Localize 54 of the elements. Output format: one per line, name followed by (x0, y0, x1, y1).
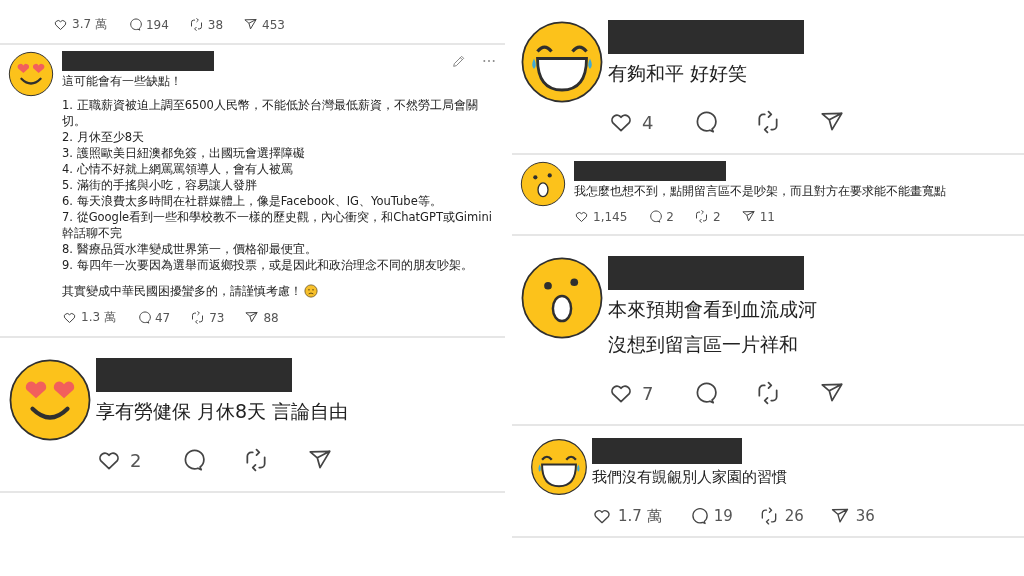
repost-icon[interactable] (190, 310, 206, 325)
avatar-icon (8, 358, 92, 442)
pencil-icon[interactable] (451, 53, 467, 69)
post-text: 有夠和平 好好笑 (608, 61, 749, 86)
comment-icon[interactable] (647, 209, 663, 224)
avatar-icon (8, 51, 54, 97)
avatar-icon (520, 161, 566, 207)
count-text: 1.7 萬 (618, 506, 662, 526)
count-text: 1,145 (593, 209, 628, 224)
list-item-text: 3. 護照歐美日紐澳都免簽，出國玩會選擇障礙 (62, 145, 306, 161)
heart-icon[interactable] (574, 209, 589, 224)
post-text: 本來預期會看到血流成河 (608, 297, 818, 322)
post-text: 這可能會有一些缺點！ (62, 73, 183, 89)
count-text: 73 (209, 310, 225, 325)
post-text: 其實變成中華民國困擾蠻多的，請謹慎考慮！ (62, 283, 302, 299)
count-text: 1.3 萬 (81, 309, 116, 326)
list-item-text: 7. 從Google看到一些和學校教不一樣的歷史觀，內心衝突，和ChatGPT或Gimini幹話聊不完 (62, 209, 493, 241)
repost-icon[interactable] (188, 17, 204, 32)
list-item-text: 1. 正職薪資被迫上調至6500人民幣，不能低於台灣最低薪資，不然勞工局會關切。 (62, 97, 479, 129)
list-item-text: 6. 每天浪費太多時間在社群媒體上，像是Facebook、IG、YouTube等。 (62, 193, 443, 209)
post-text: 沒想到留言區一片祥和 (608, 332, 799, 357)
heart-icon[interactable] (53, 17, 68, 32)
count-text: 2 (666, 209, 674, 224)
frown-emoji-icon (304, 284, 318, 298)
count-text: 2 (130, 449, 142, 471)
list-item-text: 9. 每四年一次要因為選舉而返鄉投票，或是因此和政治理念不同的朋友吵架。 (62, 257, 474, 273)
send-icon[interactable] (243, 17, 259, 32)
count-text: 3.7 萬 (72, 16, 107, 33)
count-text: 2 (713, 209, 721, 224)
list-item-text: 4. 心情不好就上網罵罵領導人，會有人被罵 (62, 161, 294, 177)
count-text: 4 (642, 111, 654, 133)
count-text: 26 (784, 507, 804, 525)
avatar-icon (520, 20, 604, 104)
count-text: 11 (759, 209, 775, 224)
heart-icon[interactable] (62, 310, 77, 325)
count-text: 38 (207, 17, 224, 32)
avatar-icon (520, 256, 604, 340)
avatar-icon (530, 438, 588, 496)
count-text: 88 (263, 310, 279, 325)
post-text: 我怎麼也想不到，點開留言區不是吵架，而且對方在要求能不能畫寬點 (574, 183, 947, 199)
post-text: 我們沒有覬覦別人家園的習慣 (592, 467, 788, 488)
list-item-text: 8. 醫療品質水準變成世界第一，價格卻最便宜。 (62, 241, 318, 257)
send-icon[interactable] (244, 310, 260, 325)
count-text: 7 (642, 382, 654, 404)
list-item-text: 5. 滿街的手搖與小吃，容易讓人發胖 (62, 177, 258, 193)
send-icon[interactable] (740, 209, 756, 224)
count-text: 194 (145, 17, 169, 32)
count-text: 47 (154, 310, 171, 325)
repost-icon[interactable] (694, 209, 709, 224)
count-text: 36 (855, 507, 875, 525)
post-text: 享有勞健保 月休8天 言論自由 (96, 399, 350, 424)
count-text: 453 (262, 17, 285, 32)
count-text: 19 (713, 507, 733, 525)
list-item-text: 2. 月休至少8天 (62, 129, 145, 145)
